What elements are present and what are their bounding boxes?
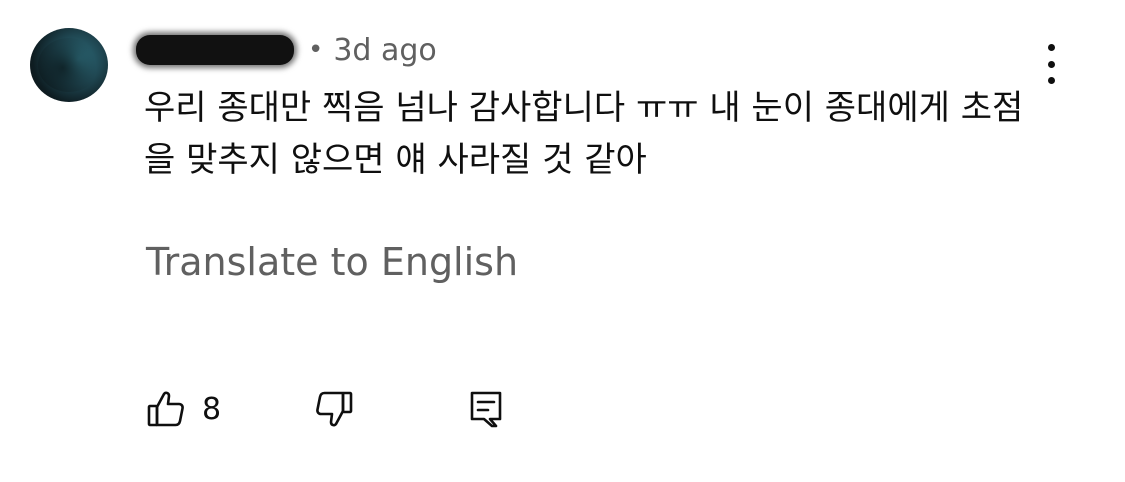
avatar[interactable] — [30, 28, 108, 102]
menu-dot — [1047, 77, 1055, 84]
translate-button[interactable]: Translate to English — [146, 240, 518, 284]
comment-timestamp: 3d ago — [333, 32, 437, 68]
thumbs-up-icon — [146, 389, 186, 429]
comment-header: • 3d ago — [136, 30, 437, 70]
comment-actions: 8 — [146, 386, 546, 432]
more-vertical-icon[interactable] — [1036, 40, 1066, 88]
menu-dot — [1047, 60, 1055, 68]
author-name-redacted[interactable] — [136, 35, 294, 65]
reply-comment-icon — [466, 389, 506, 429]
separator-dot: • — [308, 35, 324, 65]
like-count: 8 — [202, 391, 222, 427]
like-button[interactable]: 8 — [146, 386, 221, 432]
reply-button[interactable] — [466, 386, 506, 432]
comment-text: 우리 종대만 찍음 넘나 감사합니다 ㅠㅠ 내 눈이 종대에게 초점을 맞추지 … — [144, 88, 1024, 180]
thumbs-down-icon — [314, 389, 354, 429]
dislike-button[interactable] — [314, 386, 354, 432]
menu-dot — [1047, 44, 1055, 51]
